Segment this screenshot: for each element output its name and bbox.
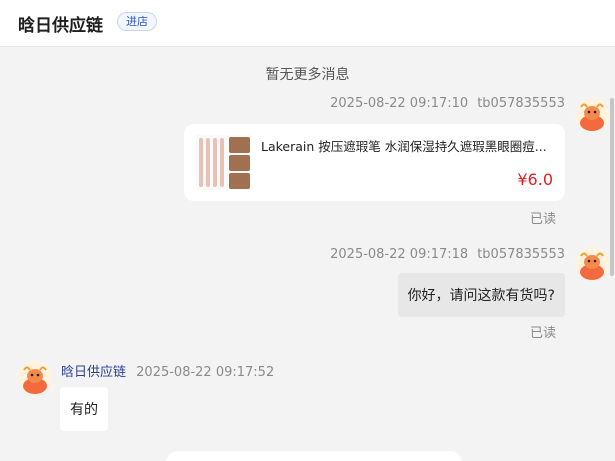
message-meta: 2025-08-22 09:17:10 tb057835553 [330, 96, 565, 111]
product-thumbnail [196, 135, 251, 190]
seller-avatar[interactable] [18, 361, 52, 395]
buyer-avatar[interactable] [575, 247, 609, 281]
product-title: Lakerain 按压遮瑕笔 水润保湿持久遮瑕黑眼圈痘... [261, 139, 547, 154]
message-time: 2025-08-22 09:17:52 [136, 365, 275, 380]
product-card[interactable]: Lakerain 按压遮瑕笔 水润保湿持久遮瑕黑眼圈痘... ¥6.0 [184, 124, 565, 201]
message-time: 2025-08-22 09:17:18 [330, 247, 469, 262]
cow-avatar-icon [580, 252, 604, 280]
product-price: ¥6.0 [517, 170, 553, 189]
shop-name: 晗日供应链 [18, 16, 103, 36]
message-bubble[interactable]: 有的 [60, 387, 108, 431]
enter-store-button[interactable]: 进店 [117, 12, 157, 31]
no-more-messages: 暂无更多消息 [265, 67, 350, 83]
message-meta: 2025-08-22 09:17:18 tb057835553 [330, 247, 565, 262]
seller-meta: 晗日供应链 2025-08-22 09:17:52 [61, 361, 274, 380]
read-status: 已读 [529, 326, 556, 341]
chat-area[interactable]: 暂无更多消息 2025-08-22 09:17:10 tb057835553 La… [0, 48, 615, 461]
buyer-avatar[interactable] [575, 98, 609, 132]
scrollbar[interactable] [610, 98, 614, 276]
cow-avatar-icon [580, 103, 604, 131]
chat-header: 晗日供应链 进店 [0, 0, 615, 47]
message-time: 2025-08-22 09:17:10 [330, 96, 469, 111]
user-id: tb057835553 [477, 247, 565, 262]
user-id: tb057835553 [477, 96, 565, 111]
message-bubble[interactable]: 你好，请问这款有货吗? [397, 273, 565, 317]
read-status: 已读 [529, 212, 556, 227]
seller-name: 晗日供应链 [61, 365, 127, 380]
cow-avatar-icon [23, 366, 47, 394]
next-message-card[interactable] [166, 451, 462, 461]
